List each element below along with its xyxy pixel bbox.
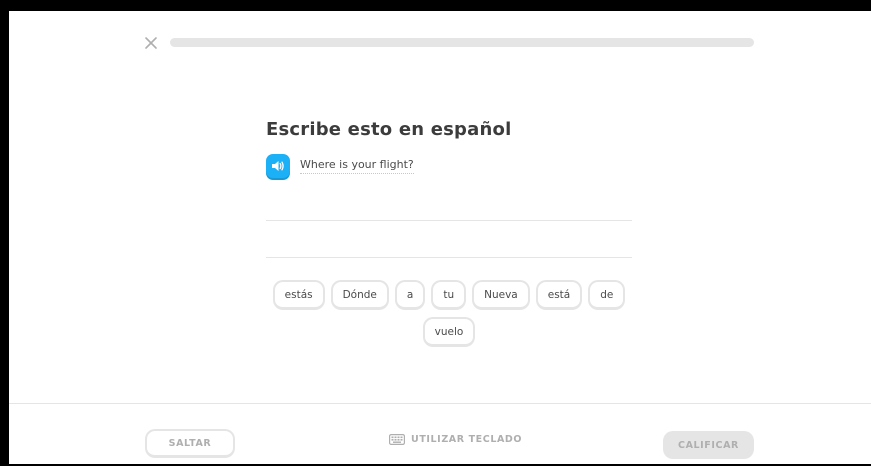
- footer-bar: SALTAR UTILIZAR TECLADO CALIFICAR: [9, 403, 871, 464]
- word-chip-tu[interactable]: tu: [431, 280, 467, 310]
- use-keyboard-button[interactable]: UTILIZAR TECLADO: [389, 434, 522, 445]
- close-icon[interactable]: [143, 35, 159, 51]
- keyboard-icon: [389, 434, 405, 445]
- progress-bar: [170, 38, 754, 47]
- prompt-sentence[interactable]: Where is your flight?: [300, 158, 414, 174]
- word-chip-de[interactable]: de: [588, 280, 626, 310]
- word-chip-a[interactable]: a: [394, 280, 426, 310]
- check-button[interactable]: CALIFICAR: [663, 431, 754, 459]
- exercise-title: Escribe esto en español: [266, 119, 512, 140]
- skip-button[interactable]: SALTAR: [145, 429, 235, 458]
- answer-line: [266, 220, 632, 221]
- use-keyboard-label: UTILIZAR TECLADO: [411, 434, 523, 445]
- word-chip-vuelo[interactable]: vuelo: [422, 317, 476, 347]
- word-chip-estas[interactable]: estás: [272, 280, 325, 310]
- lesson-screen: Escribe esto en español Where is your fl…: [9, 11, 871, 464]
- word-bank: estás Dónde a tu Nueva está de vuelo: [266, 280, 632, 347]
- speaker-icon[interactable]: [266, 154, 290, 178]
- word-chip-nueva[interactable]: Nueva: [472, 280, 530, 310]
- answer-line: [266, 257, 632, 258]
- word-chip-esta[interactable]: está: [535, 280, 583, 310]
- prompt-row: Where is your flight?: [266, 154, 414, 178]
- word-chip-donde[interactable]: Dónde: [330, 280, 389, 310]
